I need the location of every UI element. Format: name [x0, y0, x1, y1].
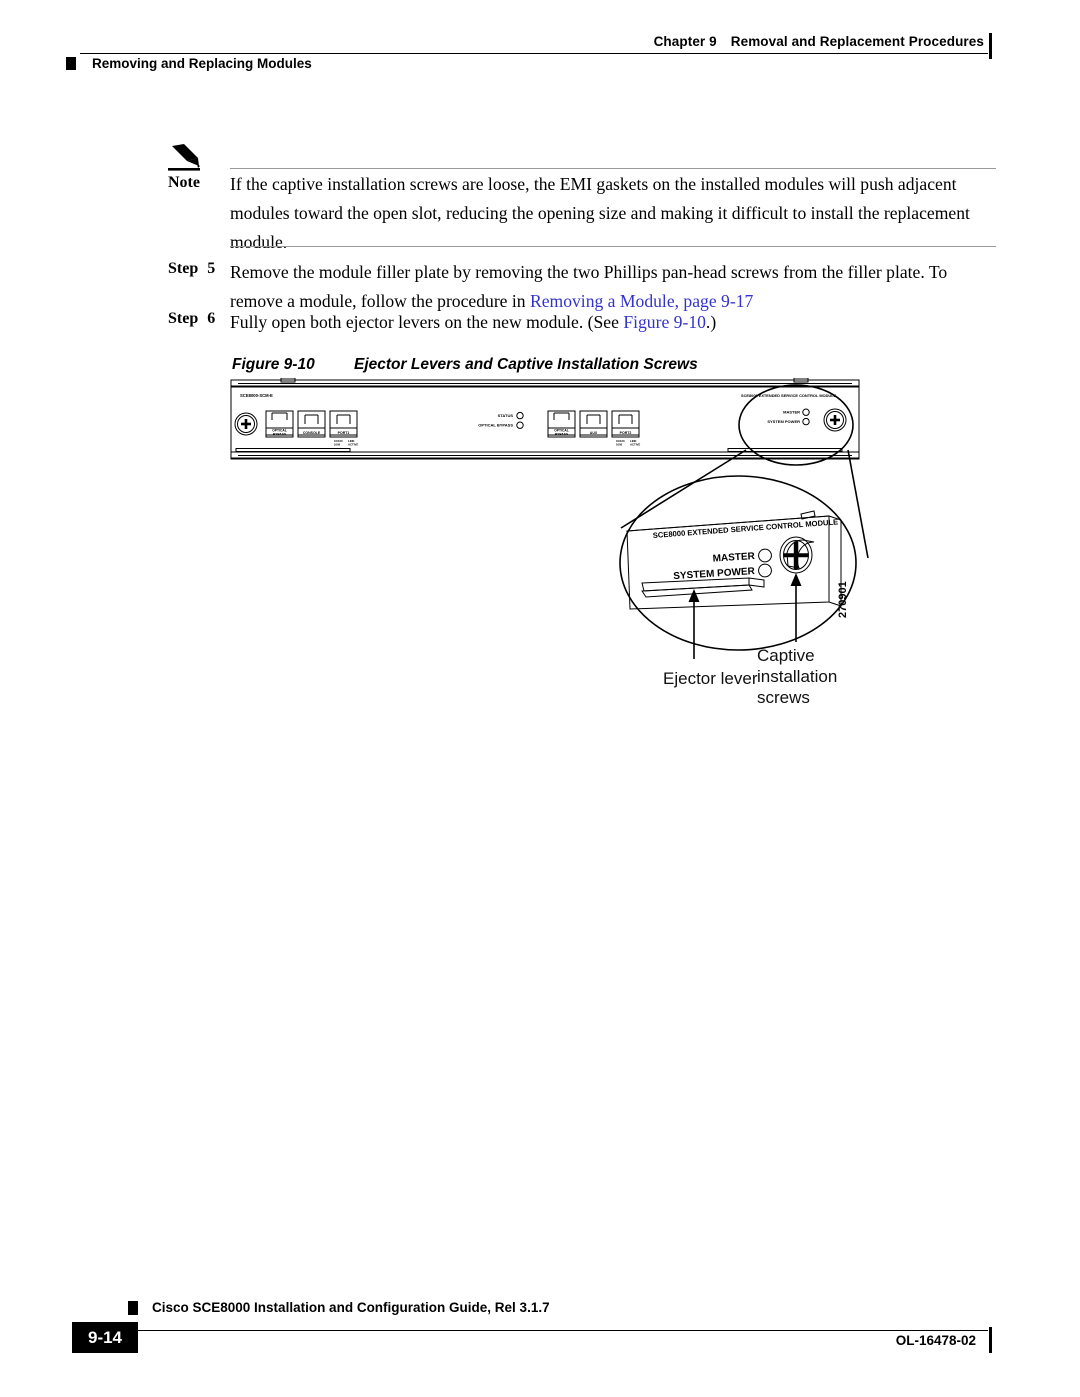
- port2-led-label-speed-2: 1000: [616, 442, 623, 446]
- led-label-master-small: MASTER: [783, 410, 800, 415]
- port-console: CONSOLE: [297, 410, 326, 438]
- step-6-word: Step: [168, 310, 199, 327]
- document-page: Chapter 9 Removal and Replacement Procedu…: [0, 0, 1080, 1397]
- step-6-link[interactable]: Figure 9-10: [623, 312, 706, 332]
- callout-arrow-ejector: [688, 589, 700, 659]
- step-5-word: Step: [168, 260, 199, 277]
- captive-screw-left: [234, 412, 258, 436]
- port-label-console: CONSOLE: [303, 431, 321, 435]
- magnifier-leader-lines: [620, 449, 869, 559]
- figure-title: Ejector Levers and Captive Installation …: [354, 356, 698, 373]
- port-label-optical-2b: BYPASS: [555, 432, 569, 436]
- callout-captive-line-1: Captive: [757, 646, 815, 665]
- step-5-label: Step 5: [168, 260, 230, 278]
- step-6-text-before: Fully open both ejector levers on the ne…: [230, 312, 624, 332]
- captive-screw-right: [823, 408, 847, 432]
- header-rule: [80, 53, 988, 54]
- note-rule-bottom: [230, 246, 996, 247]
- note-text: If the captive installation screws are l…: [230, 174, 970, 252]
- port2-led-label-link-2: ACTIVE: [630, 442, 640, 446]
- led-label-system-power-small: SYSTEM POWER: [767, 419, 800, 424]
- note-rule-top: [230, 168, 996, 169]
- port-optical-bypass-1: OPTICAL BYPASS: [265, 410, 294, 438]
- callout-captive-line-3: screws: [757, 688, 810, 707]
- footer-guide-title: Cisco SCE8000 Installation and Configura…: [152, 1300, 550, 1315]
- port1-led-label-link-2: ACTIVE: [348, 442, 358, 446]
- footer-page-number: 9-14: [72, 1322, 138, 1353]
- magnified-module-label: SCE8000 EXTENDED SERVICE CONTROL MODULE: [652, 517, 838, 540]
- step-6-number: 6: [207, 310, 216, 327]
- led-group-right: MASTER SYSTEM POWER: [767, 408, 810, 426]
- port-port1: PORT1 10/100 1000 LINK ACTIVE: [329, 410, 358, 446]
- page-header: Chapter 9 Removal and Replacement Procedu…: [0, 0, 1080, 100]
- led-label-optical-bypass-center: OPTICAL BYPASS: [478, 423, 513, 428]
- step-6-label: Step 6: [168, 310, 230, 328]
- footer-bullet-square: [128, 1301, 138, 1315]
- figure-artwork-id: 270901: [837, 581, 849, 618]
- header-edge-tick: [989, 33, 992, 59]
- port-label-port2: PORT2: [620, 431, 632, 435]
- port1-led-label-speed-2: 1000: [334, 442, 341, 446]
- magnified-led-label-master: MASTER: [712, 551, 756, 565]
- header-chapter-title: Removal and Replacement Procedures: [730, 34, 984, 49]
- callout-label-ejector-lever: Ejector lever: [663, 669, 758, 688]
- port-label-aux: AUX: [590, 431, 598, 435]
- header-chapter-number: Chapter 9: [653, 34, 717, 49]
- footer-edge-tick: [989, 1327, 992, 1353]
- header-chapter-info: Chapter 9 Removal and Replacement Procedu…: [654, 34, 984, 49]
- led-group-center: STATUS OPTICAL BYPASS: [478, 411, 524, 429]
- note-label: Note: [168, 174, 200, 191]
- magnified-captive-screw: [779, 536, 815, 574]
- callout-captive-line-2: installation: [757, 667, 838, 686]
- callout-label-captive-screws: Captive installation screws: [757, 645, 837, 708]
- figure-number: Figure 9-10: [232, 356, 315, 373]
- figure-caption: Figure 9-10 Ejector Levers and Captive In…: [232, 356, 698, 374]
- step-6-text: Fully open both ejector levers on the ne…: [230, 308, 998, 337]
- footer-rule: [92, 1330, 988, 1331]
- led-label-status: STATUS: [498, 413, 514, 418]
- faceplate-part-label: SCE8000-SCM-E: [240, 393, 273, 398]
- magnified-detail-view: SCE8000 EXTENDED SERVICE CONTROL MODULE …: [619, 475, 857, 651]
- port-aux: AUX: [579, 410, 608, 438]
- pencil-icon: [168, 142, 204, 172]
- header-section-title: Removing and Replacing Modules: [92, 56, 312, 71]
- port-port2: PORT2 10/100 1000 LINK ACTIVE: [611, 410, 640, 446]
- port-label-port1: PORT1: [338, 431, 350, 435]
- footer-doc-number: OL-16478-02: [895, 1333, 976, 1348]
- step-6-text-after: .): [705, 312, 717, 332]
- step-5-number: 5: [207, 260, 216, 277]
- header-bullet-square: [66, 57, 76, 70]
- port-label-optical-1b: BYPASS: [273, 432, 287, 436]
- port-optical-bypass-2: OPTICAL BYPASS: [547, 410, 576, 438]
- callout-arrow-captive: [790, 573, 802, 642]
